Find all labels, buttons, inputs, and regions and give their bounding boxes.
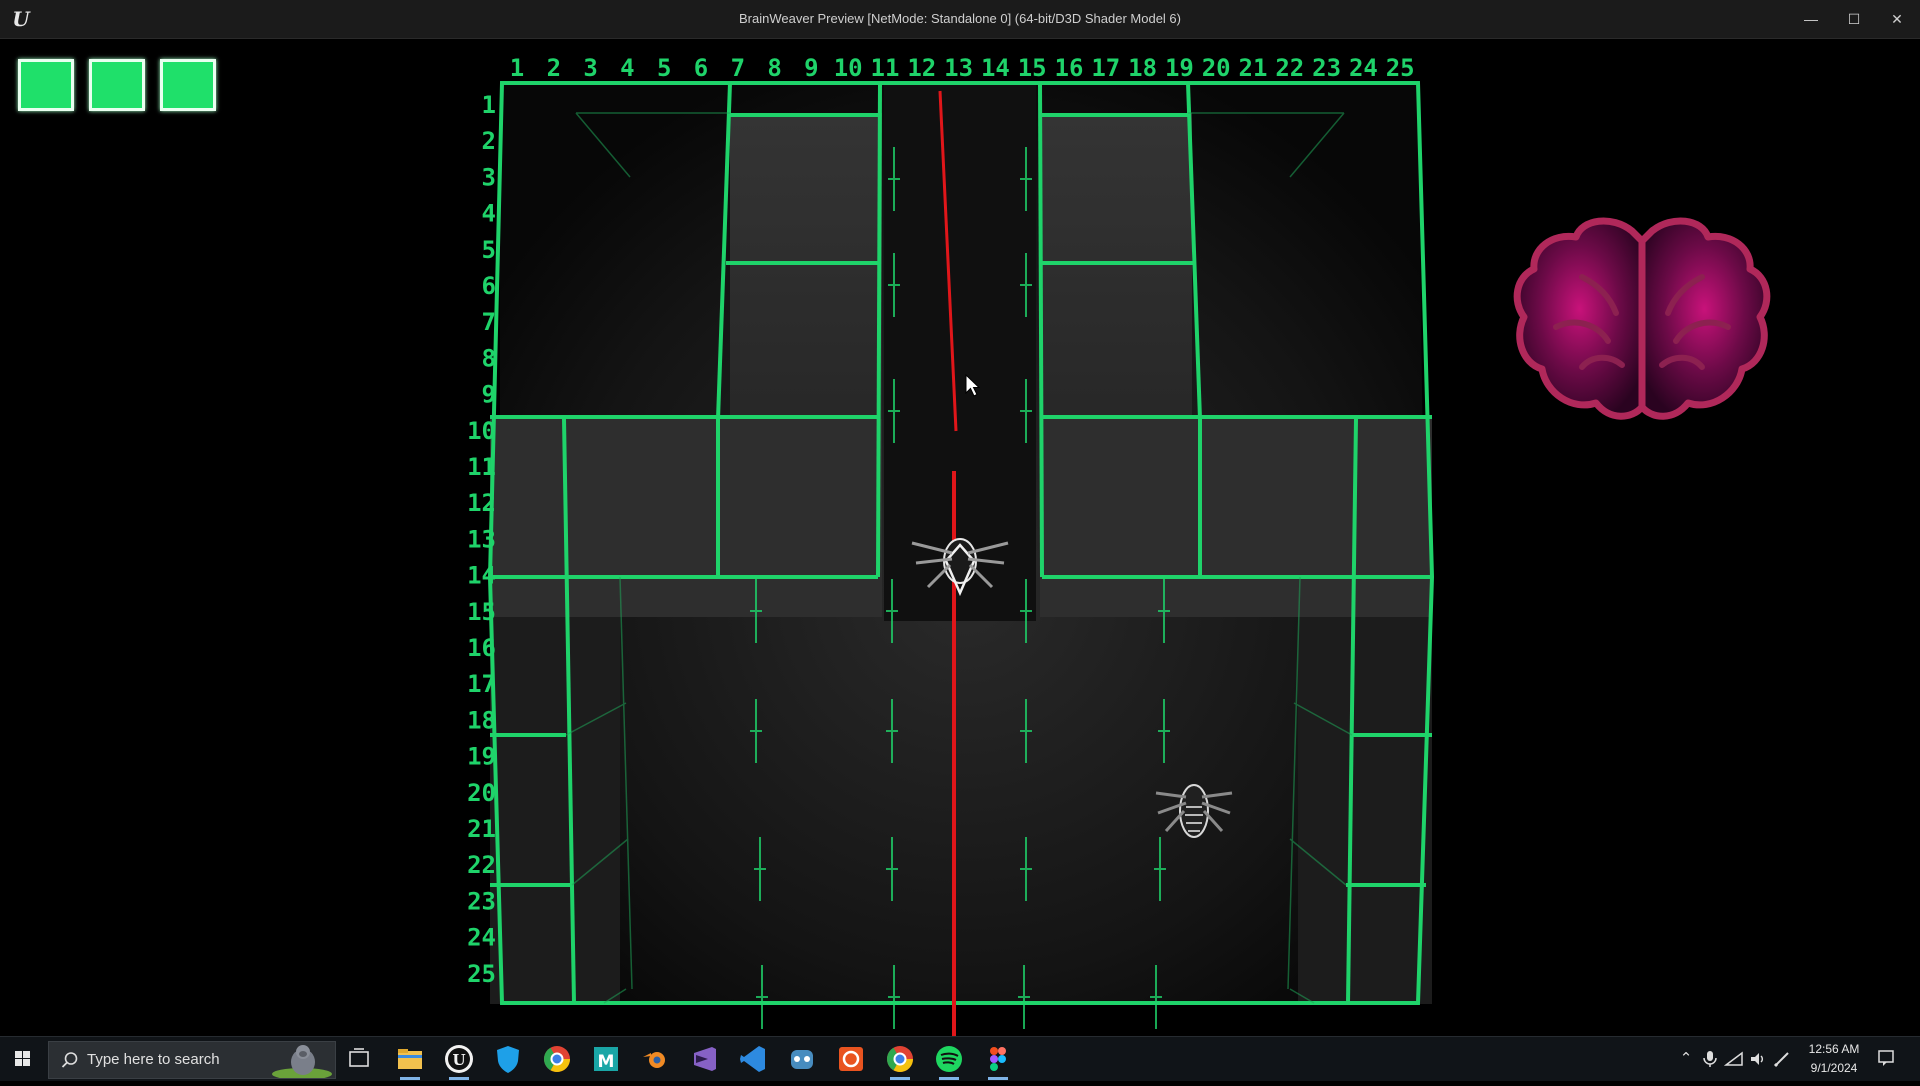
grid-row-label: 13 (467, 525, 496, 553)
vscode-icon[interactable] (735, 1041, 771, 1077)
svg-text:M: M (598, 1052, 615, 1072)
grid-row-label: 9 (482, 381, 496, 409)
grid-row-label: 20 (467, 779, 496, 807)
chrome-icon[interactable] (539, 1041, 575, 1077)
grid-column-label: 20 (1202, 54, 1231, 82)
grid-column-label: 21 (1239, 54, 1268, 82)
task-view-icon[interactable] (341, 1041, 377, 1077)
brain-icon (1513, 217, 1771, 420)
windows-logo-icon (15, 1051, 30, 1066)
grid-column-label: 10 (834, 54, 863, 82)
close-button[interactable]: ✕ (1876, 0, 1918, 38)
grid-column-label: 19 (1165, 54, 1194, 82)
grid-column-label: 6 (694, 54, 708, 82)
grid-column-label: 5 (657, 54, 671, 82)
grid-row-label: 15 (467, 598, 496, 626)
grid-column-label: 4 (620, 54, 634, 82)
grid-column-label: 15 (1018, 54, 1047, 82)
grid-row-label: 10 (467, 417, 496, 445)
clock-date[interactable]: 9/1/2024 (1800, 1061, 1868, 1075)
grid-column-label: 22 (1275, 54, 1304, 82)
grid-row-label: 17 (467, 670, 496, 698)
window-title: BrainWeaver Preview [NetMode: Standalone… (739, 11, 1181, 26)
grid-row-label: 4 (482, 200, 496, 228)
grid-column-label: 25 (1386, 54, 1415, 82)
grid-column-label: 12 (907, 54, 936, 82)
grid-column-labels: 1 2 3 4 5 6 7 8 9 10 11 12 13 14 15 16 17 18 19 20 21 22 23 24 2… (510, 54, 1415, 82)
tray-overflow-icon[interactable]: ⌃ (1676, 1049, 1696, 1069)
block-left-band (490, 419, 882, 617)
grid-row-label: 18 (467, 706, 496, 734)
side-left-lower (490, 617, 620, 1004)
grid-row-label: 3 (482, 163, 496, 191)
grid-row-label: 2 (482, 127, 496, 155)
grid-row-label: 21 (467, 815, 496, 843)
windows-taskbar: Type here to search U M ⌃ 12:56 AM 9/1/20… (0, 1036, 1920, 1081)
grid-row-labels: 1234567891011121314151617181920212223242… (467, 91, 496, 988)
grid-row-label: 14 (467, 562, 496, 590)
grid-row-label: 8 (482, 344, 496, 372)
grid-column-label: 2 (547, 54, 561, 82)
grid-column-label: 8 (767, 54, 781, 82)
block-right-band (1040, 419, 1432, 617)
grid-row-label: 5 (482, 236, 496, 264)
start-button[interactable] (0, 1037, 46, 1081)
spotify-icon[interactable] (931, 1041, 967, 1080)
grid-row-label: 16 (467, 634, 496, 662)
minimize-button[interactable]: — (1790, 0, 1832, 38)
visual-studio-icon[interactable] (686, 1041, 722, 1077)
maximize-button[interactable]: ☐ (1833, 0, 1875, 38)
block-right-upper (1040, 113, 1192, 457)
grid-column-label: 9 (804, 54, 818, 82)
search-icon (61, 1052, 78, 1068)
network-icon[interactable] (1723, 1049, 1744, 1069)
volume-icon[interactable] (1748, 1049, 1768, 1069)
grid-column-label: 18 (1128, 54, 1157, 82)
grid-column-label: 3 (583, 54, 597, 82)
game-viewport[interactable]: 1 2 3 4 5 6 7 8 9 10 11 12 13 14 15 16 17 18 19 20 21 22 23 24 2… (0, 39, 1920, 1036)
grid-row-label: 25 (467, 960, 496, 988)
grid-column-label: 7 (731, 54, 745, 82)
figma-icon[interactable] (980, 1041, 1016, 1080)
search-placeholder: Type here to search (87, 1051, 220, 1068)
block-left-upper (730, 113, 882, 457)
grid-column-label: 13 (944, 54, 973, 82)
grid-row-label: 23 (467, 887, 496, 915)
grid-row-label: 22 (467, 851, 496, 879)
grid-column-label: 16 (1055, 54, 1084, 82)
microphone-icon[interactable] (1700, 1049, 1720, 1069)
grid-column-label: 1 (510, 54, 524, 82)
grid-row-label: 24 (467, 924, 496, 952)
grid-column-label: 11 (871, 54, 900, 82)
search-highlight-gorilla-icon (272, 1045, 332, 1078)
grid-column-label: 24 (1349, 54, 1378, 82)
pen-icon[interactable] (1772, 1049, 1792, 1069)
file-explorer-icon[interactable] (392, 1041, 428, 1080)
svg-text:U: U (452, 1051, 465, 1069)
clock-time[interactable]: 12:56 AM (1800, 1042, 1868, 1056)
side-right-lower (1298, 617, 1432, 1004)
grid-column-label: 17 (1091, 54, 1120, 82)
grid-row-label: 12 (467, 489, 496, 517)
grid-row-label: 1 (482, 91, 496, 119)
maya-icon[interactable]: M (588, 1041, 624, 1077)
unreal-engine-icon[interactable]: U (441, 1041, 477, 1080)
godot-icon[interactable] (784, 1041, 820, 1077)
grid-row-label: 11 (467, 453, 496, 481)
grid-row-label: 6 (482, 272, 496, 300)
grid-column-label: 23 (1312, 54, 1341, 82)
notifications-icon[interactable] (1876, 1048, 1896, 1068)
blender-icon[interactable] (637, 1041, 673, 1077)
grid-row-label: 19 (467, 743, 496, 771)
chrome-2-icon[interactable] (882, 1041, 918, 1080)
security-shield-icon[interactable] (490, 1041, 526, 1077)
window-titlebar[interactable]: U BrainWeaver Preview [NetMode: Standalo… (0, 0, 1920, 39)
grid-column-label: 14 (981, 54, 1010, 82)
game-scene: 1 2 3 4 5 6 7 8 9 10 11 12 13 14 15 16 17 18 19 20 21 22 23 24 2… (467, 54, 1771, 1036)
grid-row-label: 7 (482, 308, 496, 336)
ubuntu-icon[interactable] (833, 1041, 869, 1077)
taskbar-search-box[interactable]: Type here to search (48, 1041, 336, 1079)
